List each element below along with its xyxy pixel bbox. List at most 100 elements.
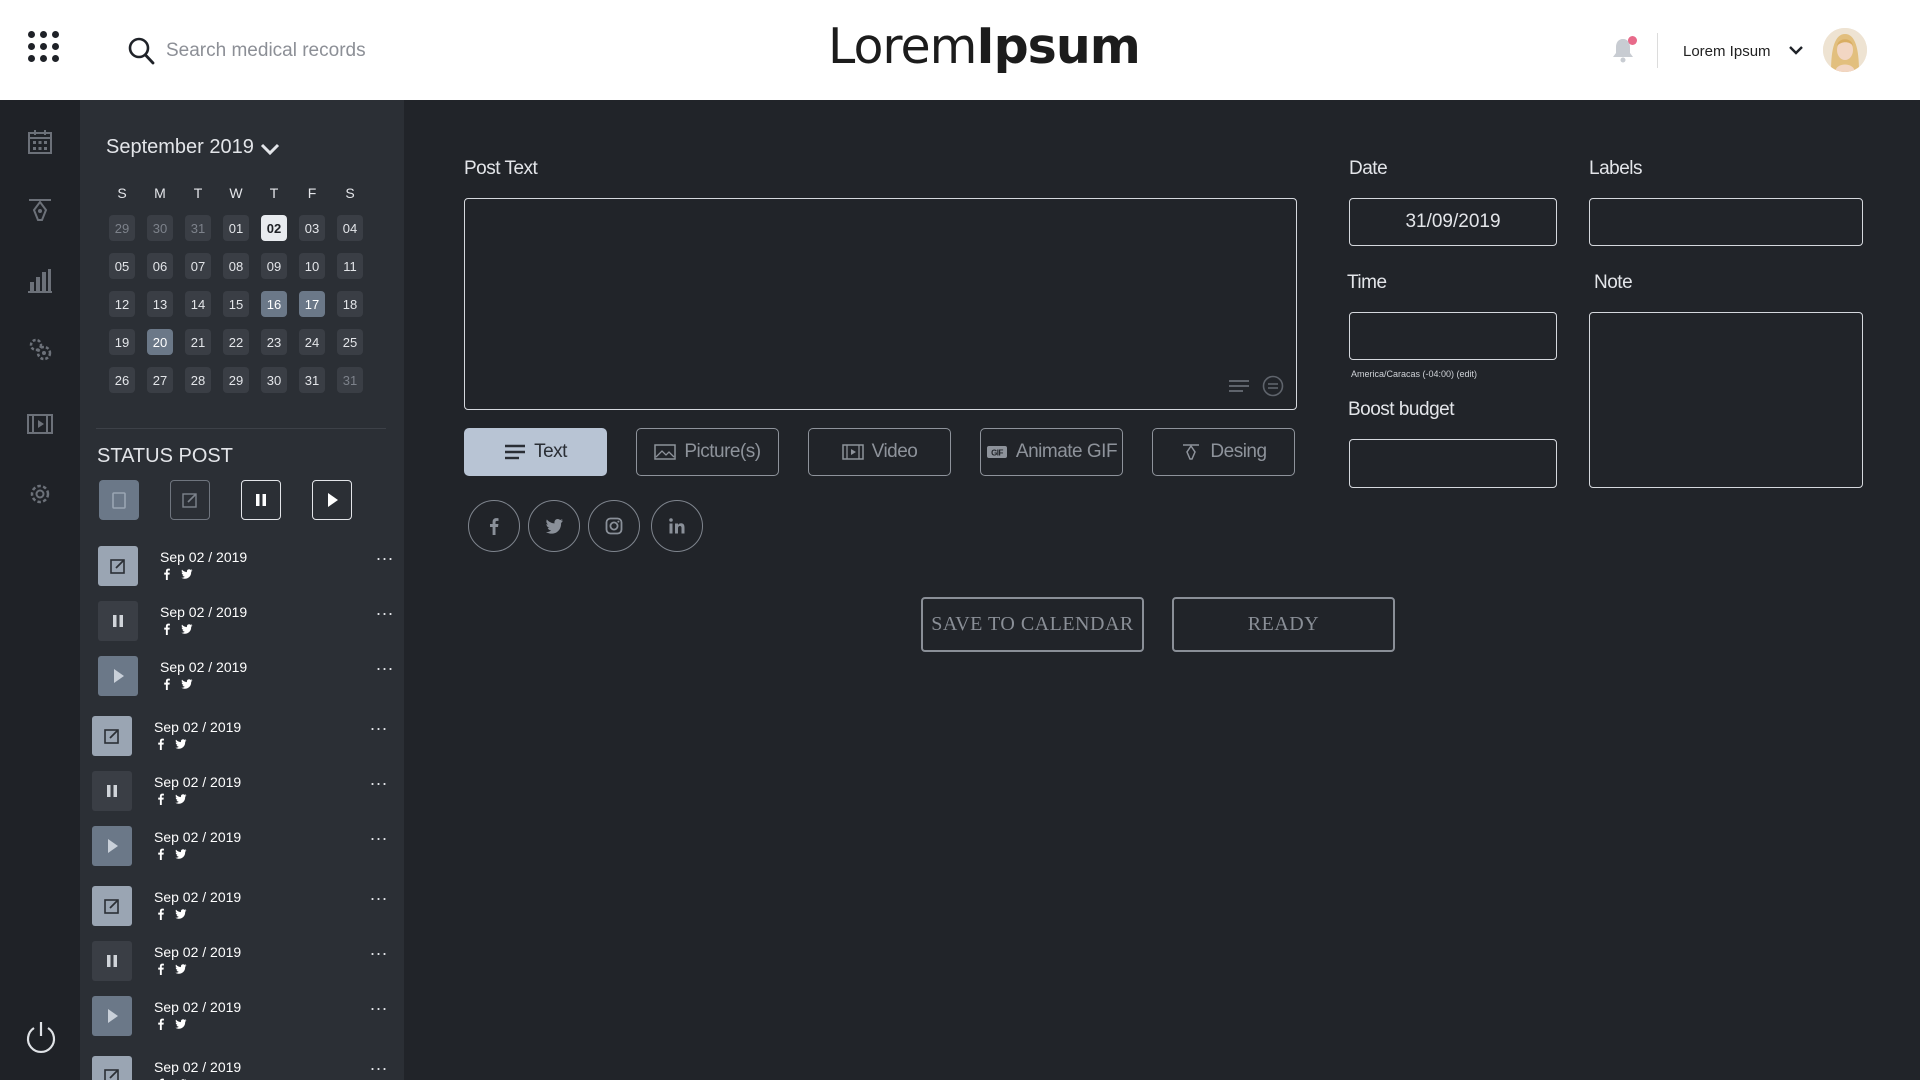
power-icon[interactable] [24, 1020, 58, 1056]
calendar-day[interactable]: 01 [223, 215, 249, 241]
post-status-thumb[interactable] [92, 886, 132, 926]
calendar-day[interactable]: 29 [109, 215, 135, 241]
calendar-day[interactable]: 29 [223, 367, 249, 393]
calendar-day[interactable]: 14 [185, 291, 211, 317]
calendar-day-today[interactable]: 02 [261, 215, 287, 241]
calendar-day[interactable]: 31 [337, 367, 363, 393]
calendar-day[interactable]: 25 [337, 329, 363, 355]
calendar-day[interactable]: 23 [261, 329, 287, 355]
post-status-thumb[interactable] [92, 826, 132, 866]
calendar-day[interactable]: 31 [185, 215, 211, 241]
calendar-day[interactable]: 06 [147, 253, 173, 279]
post-status-thumb[interactable] [92, 716, 132, 756]
search-input[interactable] [166, 36, 526, 66]
post-list-item[interactable]: Sep 02 / 2019... [92, 940, 404, 989]
calendar-day[interactable]: 21 [185, 329, 211, 355]
filter-paused-button[interactable] [241, 480, 281, 520]
apps-grid-icon[interactable] [28, 31, 59, 62]
calendar-day-selected[interactable]: 20 [147, 329, 173, 355]
calendar-day[interactable]: 08 [223, 253, 249, 279]
format-lines-icon[interactable] [1228, 375, 1250, 397]
user-name[interactable]: Lorem Ipsum [1683, 43, 1771, 60]
filter-draft-button[interactable] [170, 480, 210, 520]
twitter-button[interactable] [528, 500, 580, 552]
calendar-day-selected[interactable]: 16 [261, 291, 287, 317]
more-options-button[interactable]: ... [376, 545, 394, 563]
post-status-thumb[interactable] [92, 996, 132, 1036]
post-text-area[interactable] [464, 198, 1297, 410]
post-list-item[interactable]: Sep 02 / 2019... [92, 770, 404, 819]
type-gif-button[interactable]: GIF Animate GIF [980, 428, 1123, 476]
chevron-down-icon[interactable] [260, 142, 280, 156]
instagram-button[interactable] [588, 500, 640, 552]
month-title[interactable]: September 2019 [106, 136, 254, 159]
post-status-thumb[interactable] [98, 656, 138, 696]
more-options-button[interactable]: ... [370, 715, 388, 733]
more-options-button[interactable]: ... [370, 885, 388, 903]
calendar-day[interactable]: 27 [147, 367, 173, 393]
chevron-down-icon[interactable] [1788, 44, 1804, 56]
calendar-day[interactable]: 05 [109, 253, 135, 279]
more-options-button[interactable]: ... [370, 995, 388, 1013]
calendar-icon[interactable] [26, 128, 54, 156]
note-field[interactable] [1589, 312, 1863, 488]
calendar-day[interactable]: 07 [185, 253, 211, 279]
calendar-day[interactable]: 19 [109, 329, 135, 355]
bar-chart-icon[interactable] [26, 266, 54, 294]
calendar-day[interactable]: 22 [223, 329, 249, 355]
calendar-day[interactable]: 12 [109, 291, 135, 317]
post-list-item[interactable]: Sep 02 / 2019... [92, 995, 404, 1044]
save-to-calendar-button[interactable]: SAVE TO CALENDAR [921, 597, 1144, 652]
labels-field[interactable] [1589, 198, 1863, 246]
calendar-day[interactable]: 26 [109, 367, 135, 393]
calendar-day-selected[interactable]: 17 [299, 291, 325, 317]
calendar-day[interactable]: 18 [337, 291, 363, 317]
post-status-thumb[interactable] [98, 546, 138, 586]
calendar-day[interactable]: 09 [261, 253, 287, 279]
calendar-day[interactable]: 30 [147, 215, 173, 241]
calendar-day[interactable]: 30 [261, 367, 287, 393]
calendar-day[interactable]: 24 [299, 329, 325, 355]
more-options-button[interactable]: ... [370, 940, 388, 958]
timezone-note[interactable]: America/Caracas (-04:00) (edit) [1351, 369, 1477, 379]
more-options-button[interactable]: ... [376, 600, 394, 618]
post-status-thumb[interactable] [98, 601, 138, 641]
facebook-button[interactable] [468, 500, 520, 552]
filter-all-button[interactable] [99, 480, 139, 520]
type-text-button[interactable]: Text [464, 428, 607, 476]
pen-tool-icon[interactable] [26, 196, 54, 224]
post-list-item[interactable]: Sep 02 / 2019... [92, 715, 404, 764]
type-pictures-button[interactable]: Picture(s) [636, 428, 779, 476]
settings-icon[interactable] [26, 480, 54, 508]
more-options-button[interactable]: ... [370, 770, 388, 788]
post-status-thumb[interactable] [92, 1056, 132, 1080]
emoji-icon[interactable] [1262, 375, 1284, 397]
more-options-button[interactable]: ... [370, 1055, 388, 1073]
post-status-thumb[interactable] [92, 771, 132, 811]
calendar-day[interactable]: 03 [299, 215, 325, 241]
post-list-item[interactable]: Sep 02 / 2019... [92, 1055, 404, 1080]
time-field[interactable] [1349, 312, 1557, 360]
calendar-day[interactable]: 28 [185, 367, 211, 393]
post-list-item[interactable]: Sep 02 / 2019... [98, 545, 404, 594]
date-field[interactable]: 31/09/2019 [1349, 198, 1557, 246]
calendar-day[interactable]: 04 [337, 215, 363, 241]
search-icon[interactable] [127, 36, 155, 66]
avatar[interactable] [1823, 28, 1867, 72]
calendar-day[interactable]: 13 [147, 291, 173, 317]
gear-cluster-icon[interactable] [26, 335, 54, 363]
film-icon[interactable] [26, 410, 54, 438]
calendar-day[interactable]: 11 [337, 253, 363, 279]
post-list-item[interactable]: Sep 02 / 2019... [98, 655, 404, 704]
calendar-day[interactable]: 31 [299, 367, 325, 393]
calendar-day[interactable]: 15 [223, 291, 249, 317]
type-video-button[interactable]: Video [808, 428, 951, 476]
more-options-button[interactable]: ... [376, 655, 394, 673]
boost-budget-field[interactable] [1349, 439, 1557, 488]
more-options-button[interactable]: ... [370, 825, 388, 843]
post-list-item[interactable]: Sep 02 / 2019... [98, 600, 404, 649]
calendar-day[interactable]: 10 [299, 253, 325, 279]
post-list-item[interactable]: Sep 02 / 2019... [92, 885, 404, 934]
post-list-item[interactable]: Sep 02 / 2019... [92, 825, 404, 874]
ready-button[interactable]: READY [1172, 597, 1395, 652]
